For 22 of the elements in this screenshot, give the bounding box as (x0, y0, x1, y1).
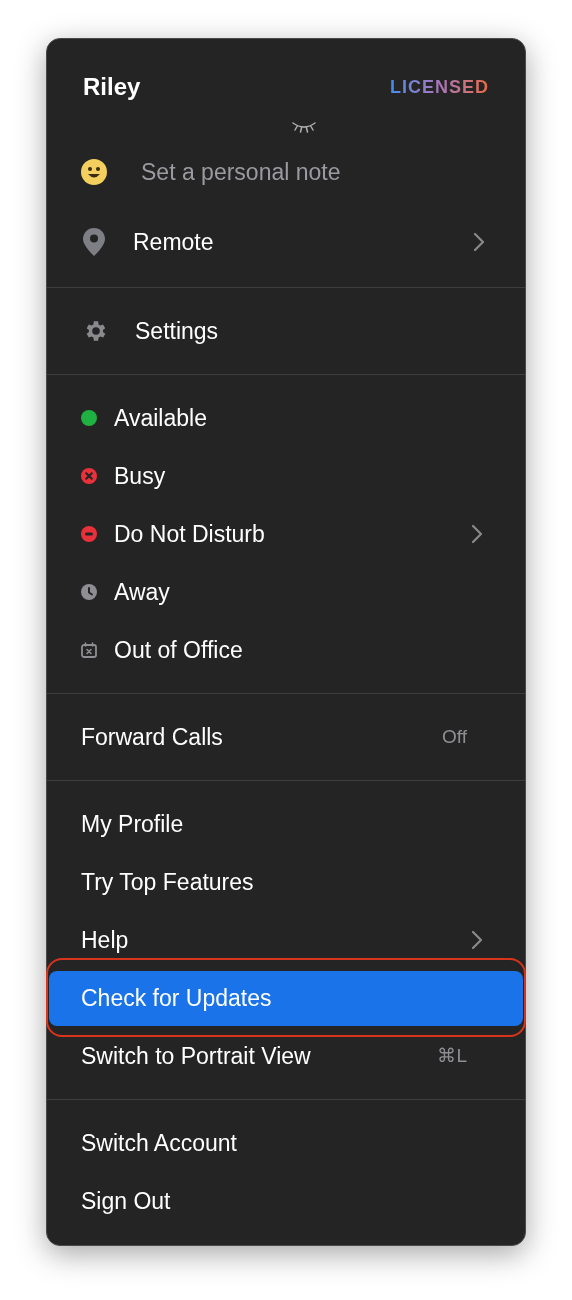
menu-item[interactable]: Remote (47, 207, 525, 277)
menu-item[interactable]: Available (49, 390, 523, 446)
menu-item[interactable]: Away (49, 564, 523, 620)
shortcut-label: ⌘L (437, 1043, 467, 1068)
menu-item[interactable]: Switch Account (49, 1115, 523, 1171)
menu-item[interactable]: Busy (49, 448, 523, 504)
menu-item[interactable]: Out of Office (49, 622, 523, 678)
user-name: Riley (83, 72, 141, 102)
location-pin-icon (83, 228, 105, 256)
smiley-icon (81, 159, 107, 185)
closed-eye-icon[interactable] (291, 121, 317, 133)
menu-item[interactable]: Check for Updates (49, 970, 523, 1026)
shortcut-label: Off (442, 724, 467, 749)
menu-item[interactable]: My Profile (49, 796, 523, 852)
menu-item[interactable]: Sign Out (49, 1173, 523, 1229)
menu-item[interactable]: Set a personal note (47, 137, 525, 207)
menu-item[interactable]: Forward Calls Off (49, 709, 523, 765)
menu-item[interactable]: Do Not Disturb (49, 506, 523, 562)
menu-item[interactable]: Switch to Portrait View ⌘L (49, 1028, 523, 1084)
menu-item[interactable]: Help (49, 912, 523, 968)
menu-item[interactable]: Settings (49, 303, 523, 359)
menu-item[interactable]: Try Top Features (49, 854, 523, 910)
